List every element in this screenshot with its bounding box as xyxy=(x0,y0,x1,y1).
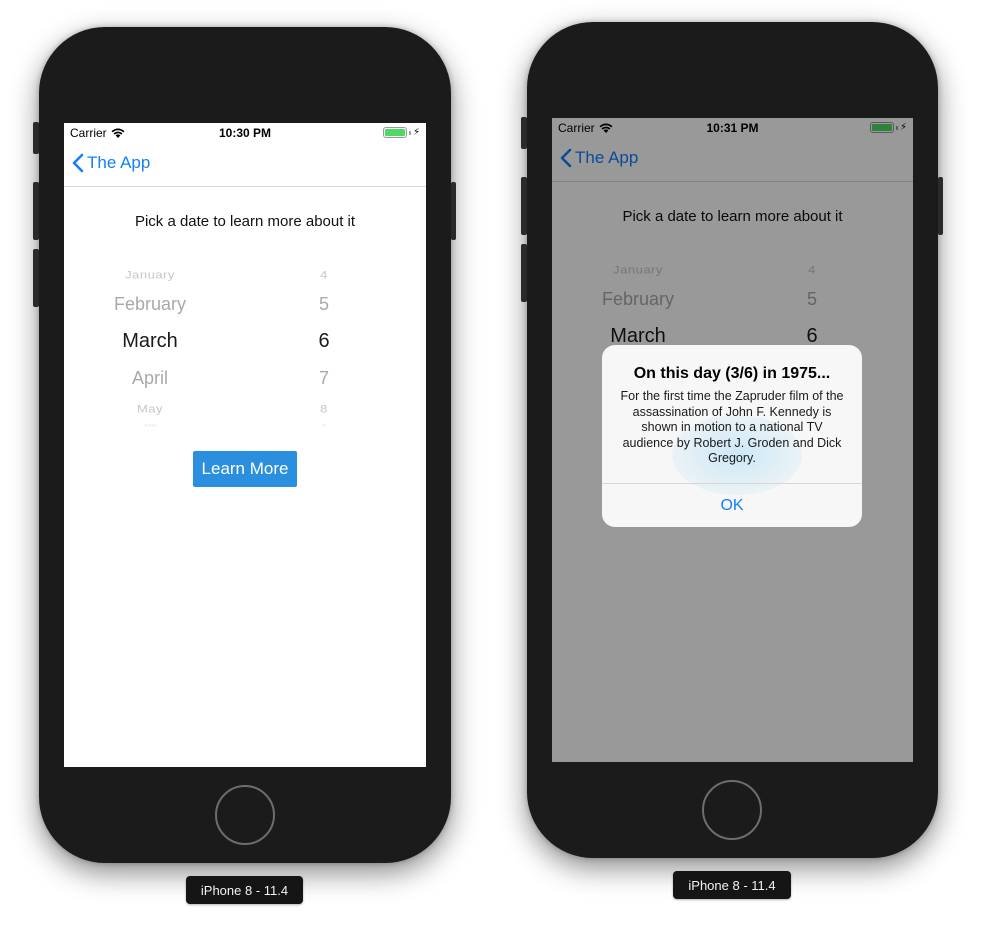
picker-day[interactable]: 4 xyxy=(304,268,344,281)
volume-up-button xyxy=(521,177,527,235)
picker-row[interactable]: January 4 xyxy=(64,268,426,294)
picker-month[interactable]: June xyxy=(94,424,206,428)
picker-month[interactable]: January xyxy=(94,268,206,281)
volume-down-button xyxy=(521,244,527,302)
home-button[interactable] xyxy=(215,785,275,845)
picker-row[interactable]: June 9 xyxy=(64,424,426,442)
picker-row-selected[interactable]: March 6 xyxy=(64,330,426,360)
picker-row[interactable]: April 7 xyxy=(64,368,426,398)
picker-day[interactable]: 8 xyxy=(304,402,344,415)
picker-day[interactable]: 5 xyxy=(304,294,344,315)
home-button[interactable] xyxy=(702,780,762,840)
screen: Carrier 10:31 PM ⚡︎ The App Pick a date … xyxy=(552,118,913,762)
status-bar: Carrier 10:30 PM ⚡︎ xyxy=(64,123,426,143)
picker-row[interactable]: February 5 xyxy=(64,294,426,324)
back-button[interactable]: The App xyxy=(72,153,150,173)
power-button xyxy=(451,182,456,240)
picker-month[interactable]: February xyxy=(94,294,206,315)
mute-switch xyxy=(33,122,39,154)
picker-month-selected[interactable]: March xyxy=(94,330,206,353)
mute-switch xyxy=(521,117,527,149)
date-picker[interactable]: January 4 February 5 March 6 April 7 May… xyxy=(64,258,426,428)
learn-more-button[interactable]: Learn More xyxy=(193,451,297,487)
alert-dialog: On this day (3/6) in 1975... For the fir… xyxy=(602,345,862,527)
chevron-left-icon xyxy=(72,153,84,173)
picker-day[interactable]: 7 xyxy=(304,368,344,389)
volume-up-button xyxy=(33,182,39,240)
picker-month[interactable]: April xyxy=(94,368,206,389)
alert-ok-button[interactable]: OK xyxy=(602,484,862,527)
alert-title: On this day (3/6) in 1975... xyxy=(633,365,831,382)
picker-day-selected[interactable]: 6 xyxy=(304,330,344,353)
power-button xyxy=(938,177,943,235)
device-label: iPhone 8 - 11.4 xyxy=(673,871,791,899)
device-label: iPhone 8 - 11.4 xyxy=(186,876,303,904)
back-label: The App xyxy=(87,153,151,172)
prompt-label: Pick a date to learn more about it xyxy=(134,213,356,230)
screen: Carrier 10:30 PM ⚡︎ The App Pick a date … xyxy=(64,123,426,767)
volume-down-button xyxy=(33,249,39,307)
navigation-bar: The App xyxy=(64,143,426,187)
bolt-icon: ⚡︎ xyxy=(412,126,420,138)
picker-month[interactable]: May xyxy=(94,402,206,415)
status-time: 10:30 PM xyxy=(218,126,272,140)
picker-day[interactable]: 9 xyxy=(304,424,344,428)
alert-message: For the first time the Zapruder film of … xyxy=(620,389,844,465)
battery-icon: ⚡︎ xyxy=(382,126,420,138)
